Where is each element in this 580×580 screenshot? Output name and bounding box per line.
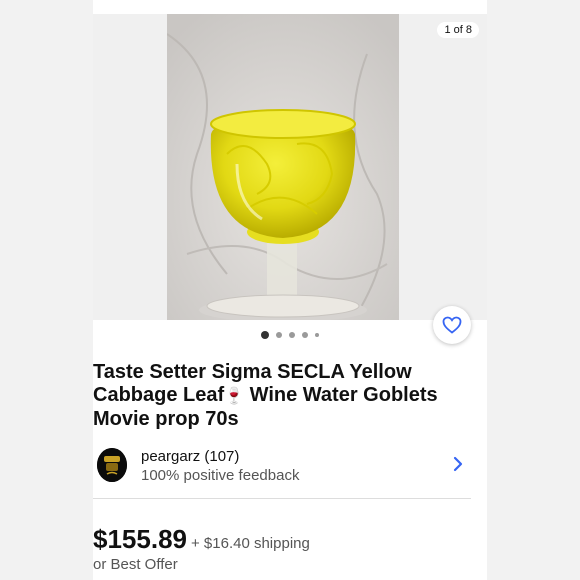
- seller-name[interactable]: peargarz (107): [141, 448, 239, 465]
- wine-glass-icon: 🍷: [224, 388, 245, 405]
- divider: [93, 498, 471, 499]
- pagination-dot[interactable]: [302, 332, 308, 338]
- image-counter: 1 of 8: [437, 22, 479, 38]
- listing-screen: 1 of 8 Taste Setter Sigma SECLA Yellow C…: [93, 0, 487, 580]
- chevron-right-icon[interactable]: [453, 456, 463, 472]
- item-price: $155.89: [93, 524, 187, 554]
- best-offer-label: or Best Offer: [93, 556, 178, 573]
- price-row: $155.89 + $16.40 shipping: [93, 524, 310, 555]
- seller-logo-icon: [97, 448, 127, 482]
- avatar: [97, 448, 127, 482]
- shipping-cost: + $16.40 shipping: [190, 535, 310, 552]
- image-gallery[interactable]: 1 of 8: [93, 14, 487, 320]
- pagination-dot[interactable]: [289, 332, 295, 338]
- gallery-pagination: [93, 331, 487, 339]
- pagination-dot[interactable]: [276, 332, 282, 338]
- pagination-dot[interactable]: [315, 333, 319, 337]
- seller-feedback: 100% positive feedback: [141, 467, 300, 484]
- listing-photo[interactable]: [167, 14, 399, 320]
- seller-card[interactable]: peargarz (107) 100% positive feedback: [93, 446, 471, 486]
- pagination-dot[interactable]: [261, 331, 269, 339]
- listing-title: Taste Setter Sigma SECLA Yellow Cabbage …: [93, 361, 473, 431]
- goblet-image: [167, 14, 399, 320]
